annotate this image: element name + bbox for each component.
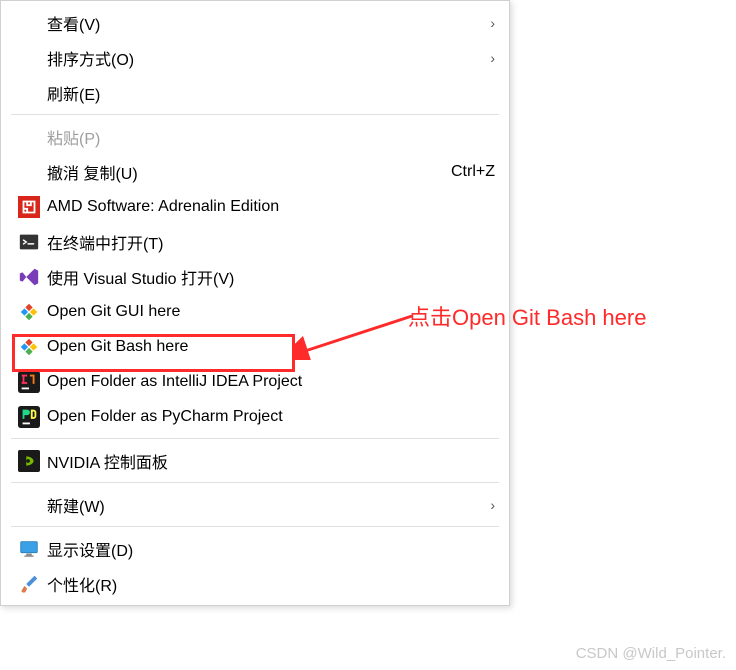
menu-item-undo-copy[interactable]: 撤消 复制(U) Ctrl+Z [1, 154, 509, 189]
menu-item-git-bash[interactable]: Open Git Bash here [1, 329, 509, 364]
separator [11, 114, 499, 115]
visual-studio-icon [11, 266, 47, 288]
menu-label: AMD Software: Adrenalin Edition [47, 198, 495, 216]
menu-item-terminal[interactable]: 在终端中打开(T) [1, 224, 509, 259]
menu-label: 查看(V) [47, 11, 480, 35]
chevron-right-icon: › [490, 50, 495, 66]
separator [11, 526, 499, 527]
menu-item-view[interactable]: 查看(V) › [1, 5, 509, 40]
watermark: CSDN @Wild_Pointer. [576, 645, 726, 662]
intellij-icon [11, 371, 47, 393]
menu-label: 刷新(E) [47, 81, 495, 105]
menu-item-sort[interactable]: 排序方式(O) › [1, 40, 509, 75]
git-icon [11, 301, 47, 323]
menu-label: 粘贴(P) [47, 125, 495, 149]
menu-label: Open Folder as PyCharm Project [47, 408, 495, 426]
menu-item-pycharm[interactable]: Open Folder as PyCharm Project [1, 399, 509, 434]
nvidia-icon [11, 450, 47, 472]
menu-item-refresh[interactable]: 刷新(E) [1, 75, 509, 110]
menu-label: 个性化(R) [47, 572, 495, 596]
terminal-icon [11, 231, 47, 253]
annotation-text: 点击Open Git Bash here [408, 300, 646, 332]
menu-item-intellij[interactable]: Open Folder as IntelliJ IDEA Project [1, 364, 509, 399]
git-icon [11, 336, 47, 358]
menu-item-nvidia[interactable]: NVIDIA 控制面板 [1, 443, 509, 478]
chevron-right-icon: › [490, 15, 495, 31]
menu-item-paste: 粘贴(P) [1, 119, 509, 154]
chevron-right-icon: › [490, 497, 495, 513]
menu-label: 显示设置(D) [47, 537, 495, 561]
menu-item-personalize[interactable]: 个性化(R) [1, 566, 509, 601]
separator [11, 482, 499, 483]
menu-label: 撤消 复制(U) [47, 160, 441, 184]
menu-label: 在终端中打开(T) [47, 230, 495, 254]
menu-label: 排序方式(O) [47, 46, 480, 70]
menu-label: Open Git Bash here [47, 338, 495, 356]
menu-label: 新建(W) [47, 493, 480, 517]
menu-label: Open Folder as IntelliJ IDEA Project [47, 373, 495, 391]
menu-label: NVIDIA 控制面板 [47, 449, 495, 473]
amd-icon [11, 196, 47, 218]
paintbrush-icon [11, 573, 47, 595]
menu-item-visual-studio[interactable]: 使用 Visual Studio 打开(V) [1, 259, 509, 294]
menu-item-display-settings[interactable]: 显示设置(D) [1, 531, 509, 566]
pycharm-icon [11, 406, 47, 428]
separator [11, 438, 499, 439]
menu-item-amd[interactable]: AMD Software: Adrenalin Edition [1, 189, 509, 224]
monitor-icon [11, 538, 47, 560]
menu-item-new[interactable]: 新建(W) › [1, 487, 509, 522]
shortcut-text: Ctrl+Z [451, 163, 495, 181]
menu-label: 使用 Visual Studio 打开(V) [47, 265, 495, 289]
